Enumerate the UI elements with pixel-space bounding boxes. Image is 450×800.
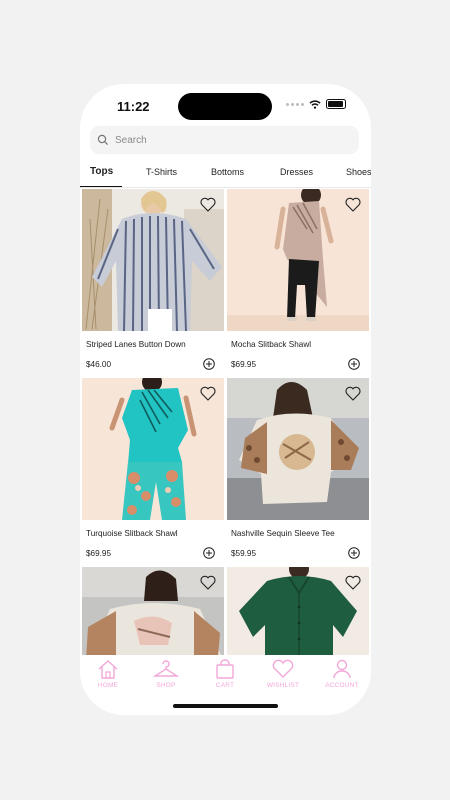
product-price: $69.95 — [86, 549, 112, 558]
tab-bar-label: WISHLIST — [266, 682, 300, 689]
cellular-signal-icon — [286, 102, 304, 106]
search-input[interactable] — [113, 133, 347, 147]
tab-shoes[interactable]: Shoes — [346, 167, 371, 177]
person-icon — [333, 659, 351, 679]
product-name[interactable]: Turquoise Slitback Shawl — [86, 529, 178, 538]
heart-icon — [272, 659, 294, 678]
home-icon — [98, 660, 118, 679]
tabs-divider — [80, 187, 371, 188]
dynamic-island — [178, 93, 272, 120]
product-name[interactable]: Nashville Sequin Sleeve Tee — [231, 529, 335, 538]
tab-bar-shop[interactable]: SHOP — [140, 659, 192, 689]
tab-bar-wishlist[interactable]: WISHLIST — [257, 659, 309, 689]
tab-bar-label: SHOP — [156, 682, 176, 689]
wishlist-heart-icon[interactable] — [200, 575, 216, 590]
wifi-icon — [309, 99, 321, 109]
product-name[interactable]: Striped Lanes Button Down — [86, 340, 186, 349]
tab-bar-cart[interactable]: CART — [199, 659, 251, 689]
wishlist-heart-icon[interactable] — [345, 386, 361, 401]
tab-bar-label: HOME — [97, 682, 119, 689]
product-price: $46.00 — [86, 360, 112, 369]
wishlist-heart-icon[interactable] — [200, 197, 216, 212]
product-grid: Striped Lanes Button Down $46.00 Mocha S… — [80, 189, 371, 655]
phone-screen: 11:22 Tops T-Shirts Bottoms Dresses Shoe… — [80, 84, 371, 715]
shopping-bag-icon — [216, 659, 234, 679]
tab-bar-label: ACCOUNT — [325, 682, 359, 689]
wishlist-heart-icon[interactable] — [345, 575, 361, 590]
product-price: $69.95 — [231, 360, 257, 369]
add-to-cart-icon[interactable] — [348, 547, 360, 559]
search-icon — [97, 134, 109, 146]
status-time: 11:22 — [117, 99, 150, 114]
add-to-cart-icon[interactable] — [348, 358, 360, 370]
status-bar: 11:22 — [80, 84, 371, 128]
tab-bottoms[interactable]: Bottoms — [211, 167, 244, 177]
tab-dresses[interactable]: Dresses — [280, 167, 313, 177]
add-to-cart-icon[interactable] — [203, 358, 215, 370]
wishlist-heart-icon[interactable] — [345, 197, 361, 212]
tab-bar-account[interactable]: ACCOUNT — [316, 659, 368, 689]
tab-bar-label: CART — [215, 682, 235, 689]
home-indicator[interactable] — [173, 704, 278, 708]
status-icons — [286, 99, 346, 109]
tab-bar-home[interactable]: HOME — [82, 659, 134, 689]
add-to-cart-icon[interactable] — [203, 547, 215, 559]
wishlist-heart-icon[interactable] — [200, 386, 216, 401]
tab-tops[interactable]: Tops — [90, 166, 113, 177]
product-price: $59.95 — [231, 549, 257, 558]
category-tabs: Tops T-Shirts Bottoms Dresses Shoes — [80, 160, 371, 188]
hanger-icon — [153, 660, 179, 677]
search-bar[interactable] — [90, 126, 359, 154]
battery-icon — [326, 99, 346, 109]
product-name[interactable]: Mocha Slitback Shawl — [231, 340, 311, 349]
tab-t-shirts[interactable]: T-Shirts — [146, 167, 177, 177]
